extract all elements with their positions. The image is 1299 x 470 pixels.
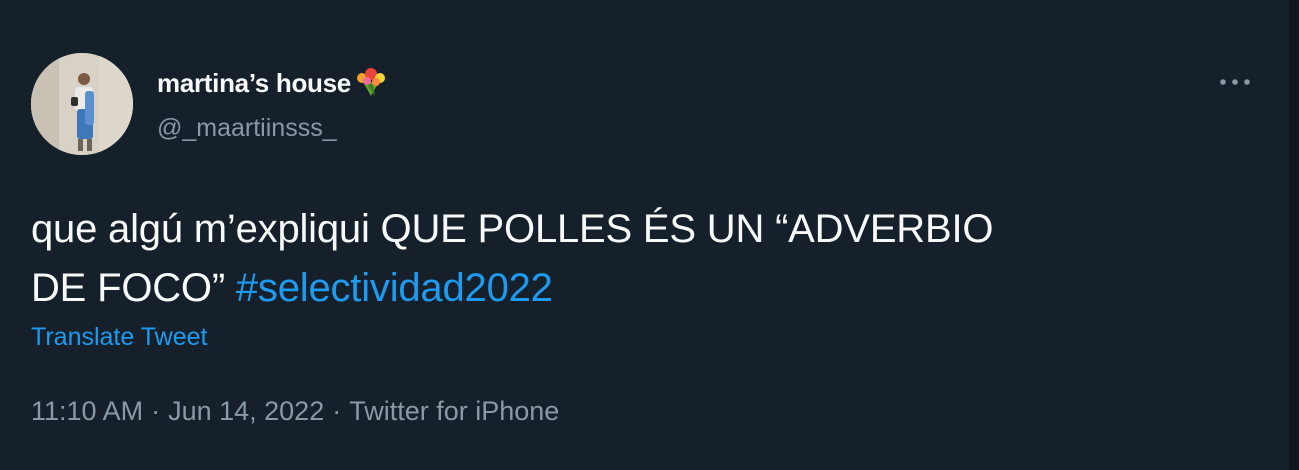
tweet-time: 11:10 AM [31, 396, 144, 426]
avatar[interactable] [31, 53, 133, 155]
tweet-metadata: 11:10 AM · Jun 14, 2022 · Twitter for iPhone [31, 396, 559, 427]
timestamp-link[interactable]: 11:10 AM · Jun 14, 2022 [31, 396, 324, 426]
user-handle[interactable]: @_maartiinsss_ [157, 114, 337, 143]
hashtag-link[interactable]: #selectividad2022 [236, 266, 553, 310]
user-name[interactable]: martina’s house [157, 66, 389, 105]
more-icon[interactable] [1215, 68, 1255, 96]
tweet: martina’s house @_maartiinsss_ que algú … [0, 0, 1299, 470]
tweet-date: Jun 14, 2022 [168, 396, 325, 426]
tweet-text: que algú m’expliqui QUE POLLES ÉS UN “AD… [31, 200, 1231, 318]
scroll-edge [1289, 0, 1299, 470]
tweet-text-line-1: que algú m’expliqui QUE POLLES ÉS UN “AD… [31, 207, 994, 251]
translate-tweet-link[interactable]: Translate Tweet [31, 323, 207, 352]
tweet-text-prefix: DE FOCO” [31, 266, 225, 310]
bouquet-icon [353, 66, 389, 105]
separator: · [332, 396, 342, 426]
avatar-photo [31, 53, 133, 155]
display-name: martina’s house [157, 68, 351, 98]
tweet-source[interactable]: Twitter for iPhone [349, 396, 559, 426]
tweet-text-line-2: DE FOCO” #selectividad2022 [31, 259, 1231, 318]
separator: · [151, 396, 161, 426]
